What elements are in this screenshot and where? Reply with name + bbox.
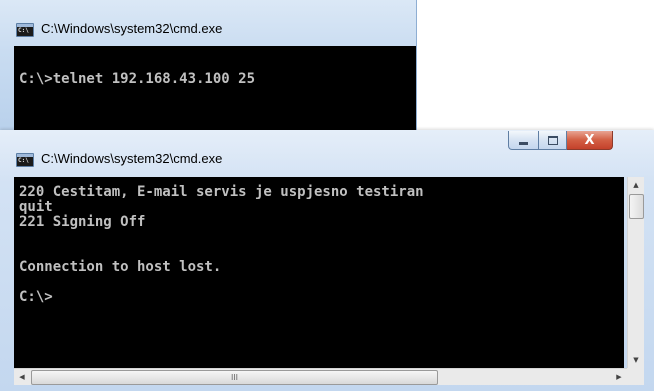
background-title-bar[interactable]: C:\Windows\system32\cmd.exe: [0, 0, 416, 46]
scroll-up-icon[interactable]: ▲: [628, 177, 644, 193]
close-icon: X: [584, 132, 595, 148]
vertical-scroll-thumb[interactable]: [629, 194, 644, 219]
vertical-scrollbar[interactable]: ▲ ▼: [627, 177, 644, 368]
background-console-window[interactable]: C:\Windows\system32\cmd.exe C:\>telnet 1…: [0, 0, 417, 130]
console-line: quit: [19, 199, 53, 215]
console-line: 221 Signing Off: [19, 214, 146, 230]
minimize-button[interactable]: [508, 131, 539, 150]
scroll-left-icon[interactable]: ◀: [14, 369, 30, 385]
background-console-area[interactable]: C:\>telnet 192.168.43.100 25: [14, 46, 416, 130]
maximize-button[interactable]: [539, 131, 567, 150]
scroll-down-icon[interactable]: ▼: [628, 352, 644, 368]
foreground-console-window[interactable]: C:\Windows\system32\cmd.exe X 220 Cestit…: [0, 130, 654, 391]
minimize-icon: [519, 141, 528, 145]
console-line: C:\>telnet 192.168.43.100 25: [19, 71, 256, 87]
background-window-title: C:\Windows\system32\cmd.exe: [41, 21, 223, 36]
cmd-icon[interactable]: [16, 153, 34, 167]
scroll-right-icon[interactable]: ▶: [611, 369, 627, 385]
maximize-icon: [547, 135, 558, 145]
console-output[interactable]: 220 Cestitam, E-mail servis je uspjesno …: [14, 177, 624, 368]
console-line: Connection to host lost.: [19, 259, 222, 275]
console-line: 220 Cestitam, E-mail servis je uspjesno …: [19, 184, 424, 200]
foreground-window-title: C:\Windows\system32\cmd.exe: [41, 151, 223, 166]
cmd-icon: [16, 23, 34, 37]
horizontal-scroll-thumb[interactable]: III: [31, 370, 438, 385]
horizontal-scrollbar[interactable]: ◀ III ▶: [14, 368, 627, 385]
grip-icon: III: [230, 373, 239, 382]
console-prompt: C:\>: [19, 289, 53, 305]
resize-grip[interactable]: [627, 368, 644, 385]
close-button[interactable]: X: [567, 131, 613, 150]
